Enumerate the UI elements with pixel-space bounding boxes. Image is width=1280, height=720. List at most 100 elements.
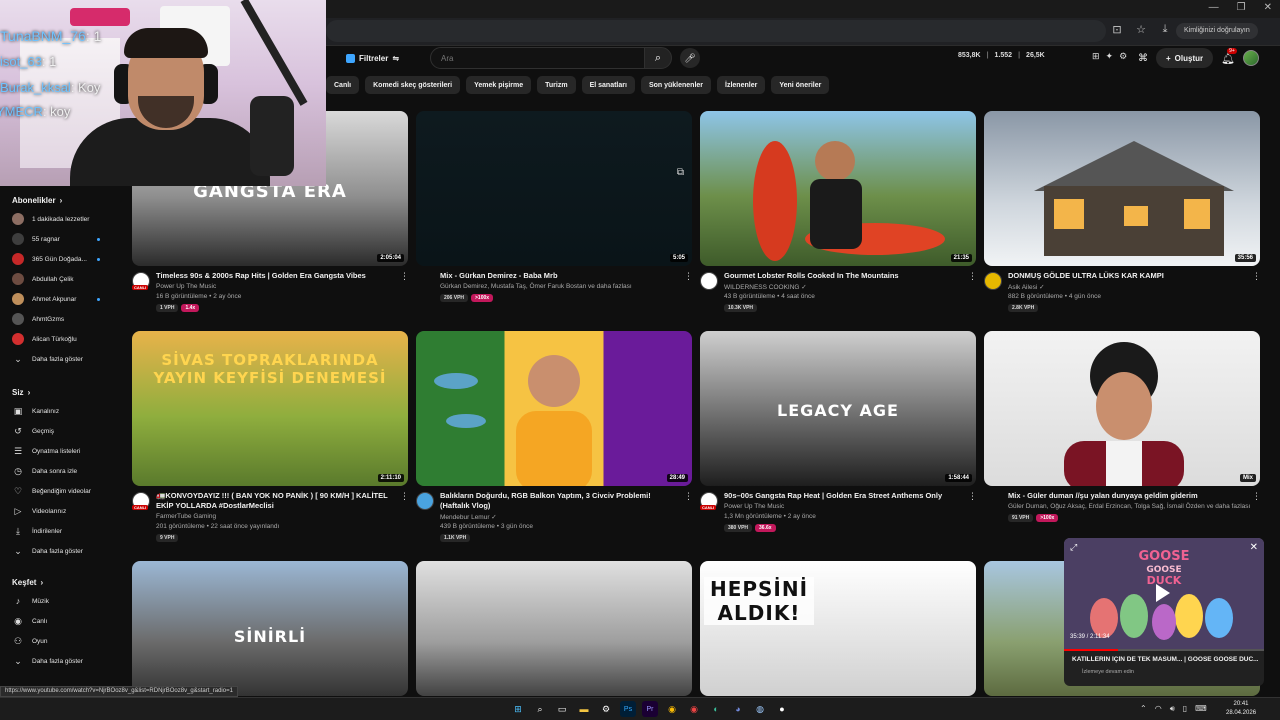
channel-avatar[interactable]: [416, 492, 434, 510]
more-options-icon[interactable]: ⋮: [400, 271, 409, 282]
video-card[interactable]: SİVAS TOPRAKLARINDA YAYIN KEYFİSİ DENEME…: [132, 331, 409, 542]
video-title[interactable]: Mix - Güler duman //şu yalan dunyaya gel…: [1008, 491, 1246, 501]
sidebar-sub-1[interactable]: 55 ragnar: [12, 230, 116, 248]
channel-avatar[interactable]: [984, 272, 1002, 290]
video-card[interactable]: HEPSİNİ ALDIK!: [700, 561, 976, 696]
sidebar-subs-more[interactable]: ⌄ Daha fazla göster: [12, 350, 116, 368]
chip-1[interactable]: Komedi skeç gösterileri: [365, 76, 461, 94]
more-options-icon[interactable]: ⋮: [968, 271, 977, 282]
extension-icon[interactable]: ⊡: [1110, 22, 1124, 36]
video-card[interactable]: SİNİRLİ: [132, 561, 408, 696]
video-thumbnail[interactable]: [416, 561, 692, 696]
video-card[interactable]: Mix Mix - Güler duman //şu yalan dunyaya …: [984, 331, 1261, 531]
create-button[interactable]: + Oluştur: [1156, 48, 1214, 68]
premiere-icon[interactable]: Pr: [642, 701, 658, 717]
video-thumbnail[interactable]: ⧉ 5:05: [416, 111, 692, 266]
folder-icon[interactable]: ▬: [576, 701, 592, 717]
sidebar-you-1[interactable]: ↺ Geçmiş: [12, 422, 116, 440]
video-card[interactable]: LEGACY AGE 1:58:44 CANLI 90s–00s Gangsta Ra…: [700, 331, 977, 532]
close-icon[interactable]: ✕: [1250, 542, 1258, 553]
sidebar-sub-0[interactable]: 1 dakikada lezzetler: [12, 210, 116, 228]
video-title[interactable]: 90s–00s Gangsta Rap Heat | Golden Era St…: [724, 491, 962, 501]
video-channel[interactable]: Mendebur Lemur ✓: [440, 513, 497, 521]
battery-icon[interactable]: ▯: [1183, 704, 1187, 714]
mini-player-progress[interactable]: [1064, 649, 1264, 651]
video-channel[interactable]: Gürkan Demirez, Mustafa Taş, Ömer Faruk …: [440, 283, 632, 290]
search-input[interactable]: [431, 48, 647, 69]
video-thumbnail[interactable]: SİVAS TOPRAKLARINDA YAYIN KEYFİSİ DENEME…: [132, 331, 408, 486]
sidebar-explore-3[interactable]: ⌄ Daha fazla göster: [12, 652, 116, 670]
sidebar-sub-6[interactable]: Alican Türkoğlu: [12, 330, 116, 348]
video-card[interactable]: 35:56 DONMUŞ GÖLDE ULTRA LÜKS KAR KAMPI As…: [984, 111, 1261, 312]
cast-icon[interactable]: ⌘: [1138, 53, 1148, 64]
mini-player[interactable]: GOOSE GOOSE DUCK 35:39 / 2:11:34 ⤢ ✕ KAT…: [1064, 538, 1264, 686]
address-bar[interactable]: [326, 20, 1106, 42]
video-title[interactable]: Balıkların Doğurdu, RGB Balkon Yaptım, 3…: [440, 491, 678, 511]
mini-player-video[interactable]: GOOSE GOOSE DUCK 35:39 / 2:11:34: [1064, 538, 1264, 651]
expand-icon[interactable]: ⤢: [1070, 542, 1077, 553]
chip-3[interactable]: Turizm: [537, 76, 576, 94]
bookmark-star-icon[interactable]: ☆: [1134, 22, 1148, 36]
video-thumbnail[interactable]: Mix: [984, 331, 1260, 486]
more-options-icon[interactable]: ⋮: [1252, 491, 1261, 502]
video-title[interactable]: Mix - Gürkan Demirez - Baba Mrb: [440, 271, 678, 281]
search-button[interactable]: ⌕: [644, 47, 672, 69]
video-card[interactable]: 28:49 Balıkların Doğurdu, RGB Balkon Yapt…: [416, 331, 693, 542]
profile-verify-chip[interactable]: Kimliğinizi doğrulayın: [1176, 23, 1258, 39]
clock[interactable]: 20:41 28.04.2026: [1226, 700, 1256, 718]
start-icon[interactable]: ⊞: [510, 701, 526, 717]
video-thumbnail[interactable]: SİNİRLİ: [132, 561, 408, 696]
chip-6[interactable]: İzlenenler: [717, 76, 766, 94]
sidebar-subscriptions-title[interactable]: Abonelikler ›: [12, 196, 62, 205]
sidebar-sub-2[interactable]: 365 Gün Doğada...: [12, 250, 116, 268]
gear-icon[interactable]: ⚙: [1119, 51, 1127, 62]
chip-5[interactable]: Son yüklenenler: [640, 76, 712, 94]
volume-icon[interactable]: 🔊︎: [1170, 704, 1175, 714]
video-title[interactable]: 🚛KONVOYDAYIZ !!! ( BAN YOK NO PANİK ) [ …: [156, 491, 394, 511]
chip-2[interactable]: Yemek pişirme: [466, 76, 532, 94]
video-channel[interactable]: Power Up The Music: [724, 503, 784, 510]
edge-icon[interactable]: ◐: [708, 701, 724, 717]
chip-0[interactable]: Canlı: [326, 76, 360, 94]
sidebar-explore-2[interactable]: ⚇ Oyun: [12, 632, 116, 650]
sidebar-explore-0[interactable]: ♪ Müzik: [12, 592, 116, 610]
discord-icon[interactable]: ◕: [730, 701, 746, 717]
video-title[interactable]: Gourmet Lobster Rolls Cooked In The Moun…: [724, 271, 962, 281]
sidebar-you-2[interactable]: ☰ Oynatma listeleri: [12, 442, 116, 460]
settings-icon[interactable]: ⚙: [598, 701, 614, 717]
video-card[interactable]: ⧉ 5:05 Mix - Gürkan Demirez - Baba Mrb Gürk…: [416, 111, 693, 311]
chrome-icon[interactable]: ◉: [664, 701, 680, 717]
sidebar-sub-3[interactable]: Abdullah Çelik: [12, 270, 116, 288]
wifi-icon[interactable]: ◠: [1155, 704, 1162, 714]
chip-7[interactable]: Yeni öneriler: [771, 76, 830, 94]
video-card[interactable]: 21:35 Gourmet Lobster Rolls Cooked In The…: [700, 111, 977, 312]
video-channel[interactable]: WILDERNESS COOKING ✓: [724, 283, 807, 291]
sidebar-you-more[interactable]: ⌄ Daha fazla göster: [12, 542, 116, 560]
video-channel[interactable]: Power Up The Music: [156, 283, 216, 290]
more-options-icon[interactable]: ⋮: [1252, 271, 1261, 282]
mini-player-icon[interactable]: ⧉: [677, 167, 684, 178]
app-icon[interactable]: ◉: [686, 701, 702, 717]
filters-button[interactable]: Filtreler ⇋: [338, 48, 407, 68]
video-channel[interactable]: Güler Duman, Oğuz Aksaç, Erdal Erzincan,…: [1008, 503, 1250, 510]
download-icon[interactable]: ⤓: [1158, 22, 1172, 36]
voice-search-button[interactable]: 🎤︎: [680, 48, 700, 68]
video-title[interactable]: Timeless 90s & 2000s Rap Hits | Golden E…: [156, 271, 394, 281]
video-thumbnail[interactable]: LEGACY AGE 1:58:44: [700, 331, 976, 486]
play-icon[interactable]: [1156, 584, 1170, 602]
more-options-icon[interactable]: ⋮: [684, 491, 693, 502]
video-card[interactable]: [416, 561, 692, 696]
bulb-icon[interactable]: ✦: [1106, 51, 1114, 62]
channel-avatar[interactable]: [700, 272, 718, 290]
account-avatar[interactable]: [1243, 50, 1260, 66]
minimize-icon[interactable]: —: [1209, 2, 1219, 13]
sidebar-explore-1[interactable]: ◉ Canlı: [12, 612, 116, 630]
video-title[interactable]: DONMUŞ GÖLDE ULTRA LÜKS KAR KAMPI: [1008, 271, 1246, 281]
sidebar-you-4[interactable]: ♡ Beğendiğim videolar: [12, 482, 116, 500]
sidebar-sub-4[interactable]: Ahmet Akpunar: [12, 290, 116, 308]
video-thumbnail[interactable]: 35:56: [984, 111, 1260, 266]
mini-player-title[interactable]: KATİLLERİN İÇİN DE TEK MASUM... | GOOSE …: [1072, 656, 1258, 663]
more-options-icon[interactable]: ⋮: [968, 491, 977, 502]
task-view-icon[interactable]: ▭: [554, 701, 570, 717]
tab-strip[interactable]: [326, 0, 1280, 18]
